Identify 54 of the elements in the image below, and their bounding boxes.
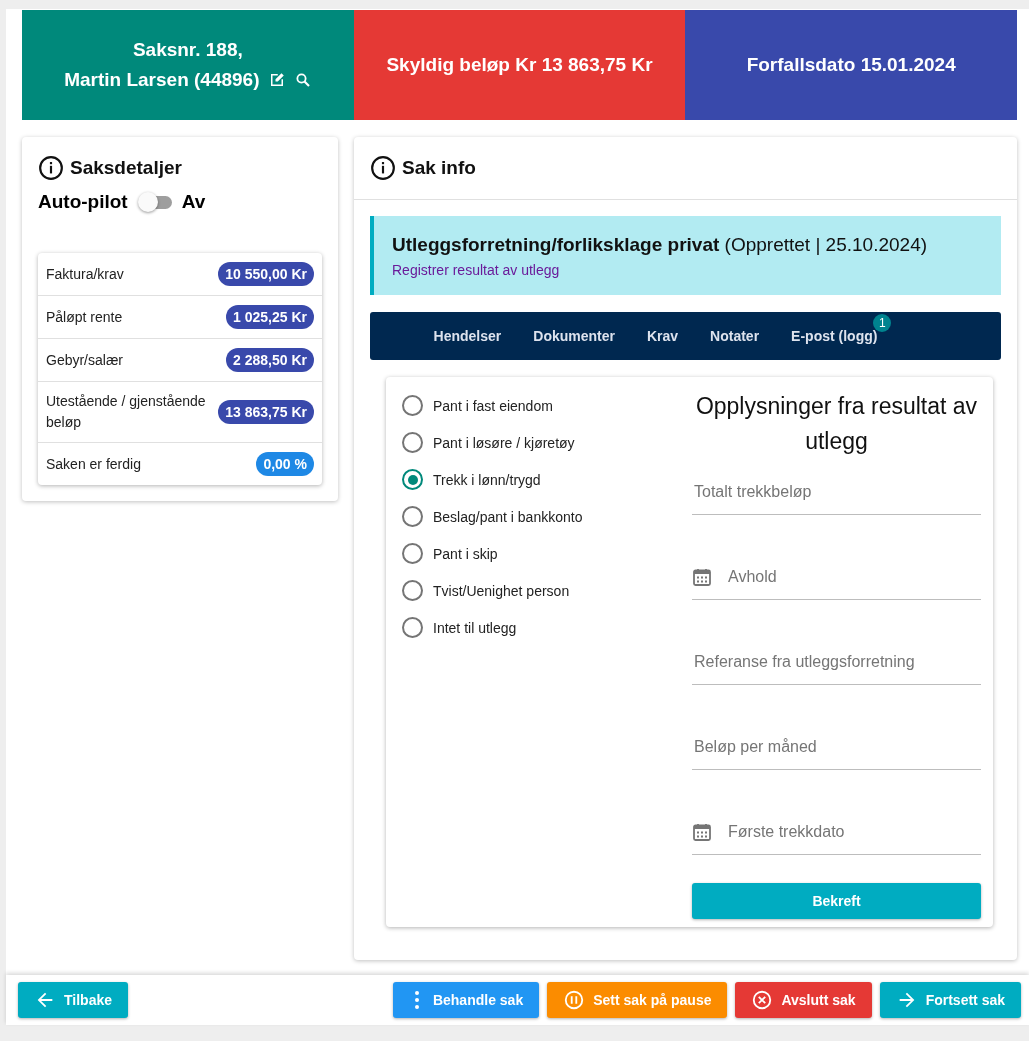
- info-icon: [38, 155, 64, 181]
- row-label: Påløpt rente: [46, 307, 123, 327]
- radio-button[interactable]: [402, 617, 423, 638]
- input-field[interactable]: Referanse fra utleggsforretning: [692, 652, 981, 672]
- radio-option[interactable]: Pant i skip: [402, 543, 692, 564]
- info-icon: [370, 155, 396, 181]
- row-label: Faktura/krav: [46, 264, 124, 284]
- amount-badge: 0,00 %: [256, 452, 314, 476]
- case-number: Saksnr. 188,: [132, 39, 243, 61]
- more-vertical-icon: [414, 991, 419, 1009]
- radio-button[interactable]: [402, 432, 423, 453]
- radio-option[interactable]: Pant i fast eiendom: [402, 395, 692, 416]
- header-text: Skyldig beløp Kr 13 863,75 Kr: [386, 54, 653, 76]
- row-label: Utestående / gjenstående beløp: [46, 392, 207, 432]
- card-title: Saksdetaljer: [70, 157, 182, 179]
- radio-option[interactable]: Pant i løsøre / kjøretøy: [402, 432, 692, 453]
- header-text: Forfallsdato 15.01.2024: [746, 54, 956, 76]
- amount-badge: 13 863,75 Kr: [218, 400, 314, 424]
- pause-icon: [563, 989, 586, 1011]
- search-icon[interactable]: [293, 71, 312, 89]
- card-title: Sak info: [402, 157, 476, 179]
- input-field[interactable]: Beløp per måned: [692, 737, 981, 757]
- action-button[interactable]: Avslutt sak: [735, 982, 872, 1018]
- register-link[interactable]: Registrer resultat av utlegg: [392, 262, 560, 278]
- input-field[interactable]: Første trekkdato: [726, 822, 981, 842]
- nav-tab[interactable]: Krav: [646, 328, 679, 344]
- radio-option[interactable]: Intet til utlegg: [402, 617, 692, 638]
- radio-option[interactable]: Trekk i lønn/trygd: [402, 469, 692, 490]
- amount-badge: 2 288,50 Kr: [226, 348, 314, 372]
- autopilot-label: Auto-pilot: [38, 191, 128, 213]
- radio-option[interactable]: Tvist/Uenighet person: [402, 580, 692, 601]
- nav-tab[interactable]: Hendelser: [433, 328, 502, 344]
- autopilot-switch[interactable]: [137, 192, 172, 212]
- radio-button[interactable]: [402, 543, 423, 564]
- nav-tab[interactable]: Notater: [710, 328, 760, 344]
- form-title: Opplysninger fra resultat av utlegg: [694, 392, 979, 456]
- autopilot-state: Av: [181, 191, 206, 213]
- radio-button[interactable]: [402, 469, 423, 490]
- radio-button[interactable]: [402, 395, 423, 416]
- banner-title: Utleggsforretning/forliksklage privat (Opprettet | 25.10.2024): [392, 234, 929, 256]
- radio-option[interactable]: Beslag/pant i bankkonto: [402, 506, 692, 527]
- nav-tab[interactable]: Dokumenter: [533, 328, 615, 344]
- row-label: Saken er ferdig: [46, 454, 141, 474]
- amount-badge: 10 550,00 Kr: [218, 262, 314, 286]
- row-label: Gebyr/salær: [46, 350, 124, 370]
- radio-button[interactable]: [402, 580, 423, 601]
- radio-button[interactable]: [402, 506, 423, 527]
- debtor-name: Martin Larsen (44896): [64, 69, 260, 91]
- amount-badge: 1 025,25 Kr: [226, 305, 314, 329]
- cancel-icon: [751, 989, 774, 1011]
- input-field[interactable]: Avhold: [726, 567, 981, 587]
- calendar-icon[interactable]: [692, 567, 712, 587]
- input-field[interactable]: Totalt trekkbeløp: [692, 482, 981, 502]
- calendar-icon[interactable]: [692, 822, 712, 842]
